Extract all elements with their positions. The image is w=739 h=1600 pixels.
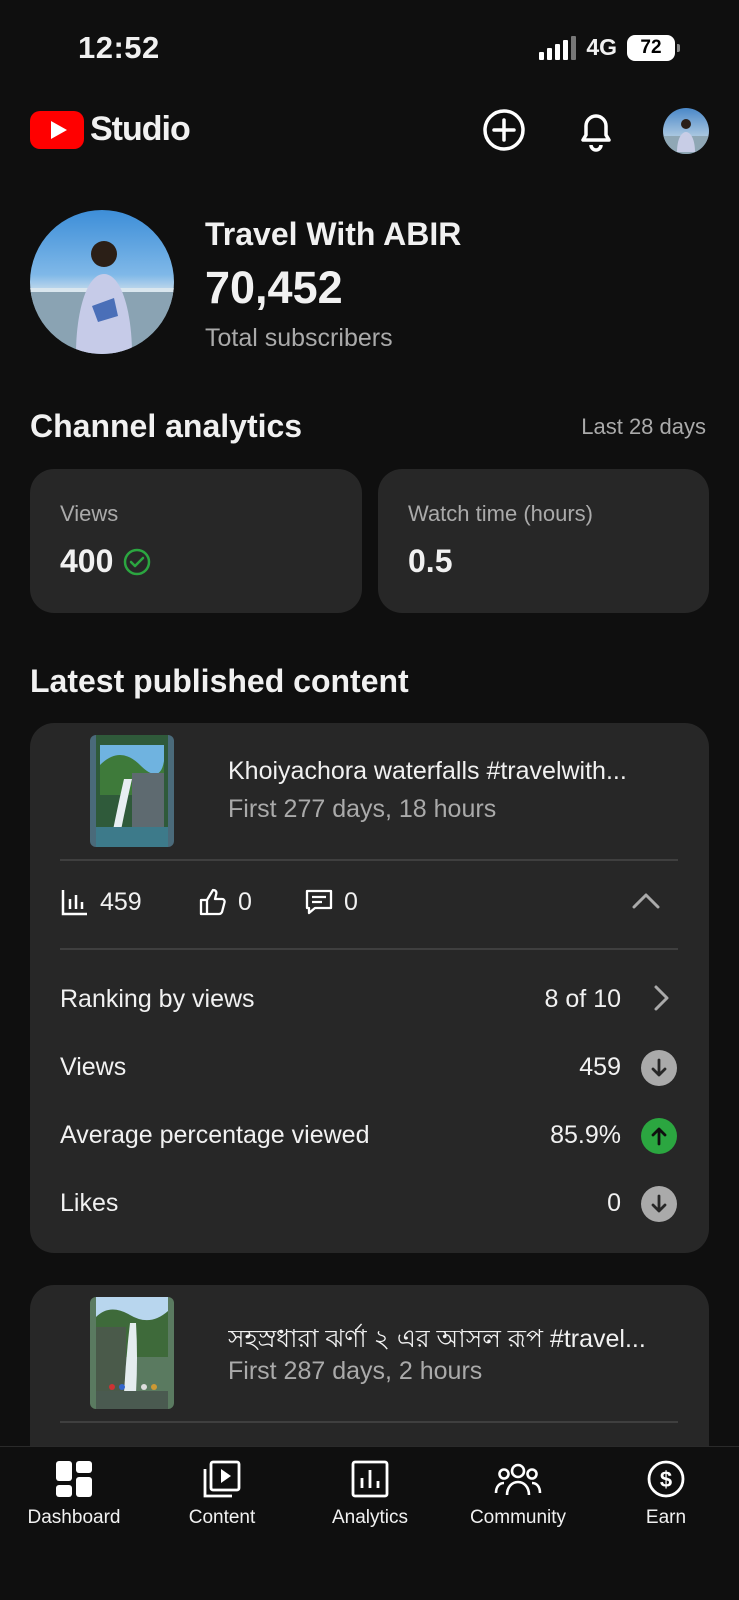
comments-metric-value: 0 xyxy=(344,887,358,916)
create-button[interactable] xyxy=(480,106,528,154)
comments-metric: 0 xyxy=(304,887,358,917)
analytics-title: Channel analytics xyxy=(30,408,303,444)
video-thumbnail[interactable] xyxy=(90,1297,174,1409)
video-subtitle: First 287 days, 2 hours xyxy=(228,1357,483,1385)
nav-label: Community xyxy=(469,1507,567,1528)
watch-time-label: Watch time (hours) xyxy=(408,501,594,526)
card-divider xyxy=(60,1421,678,1423)
status-bar: 12:52 4G 72 xyxy=(0,0,739,92)
nav-analytics[interactable]: Analytics xyxy=(296,1447,444,1557)
likes-metric: 0 xyxy=(198,887,252,917)
app-header: Studio xyxy=(0,100,739,164)
analytics-period: Last 28 days xyxy=(581,414,706,439)
logo-text: Studio xyxy=(90,110,191,148)
nav-earn[interactable]: $ Earn xyxy=(592,1447,739,1557)
likes-row-label: Likes xyxy=(60,1189,119,1217)
watch-time-card[interactable]: Watch time (hours) 0.5 xyxy=(378,469,709,613)
content-icon xyxy=(203,1460,241,1498)
status-time: 12:52 xyxy=(78,30,160,65)
avg-viewed-value: 85.9% xyxy=(550,1121,621,1149)
nav-label: Earn xyxy=(645,1507,687,1528)
studio-logo[interactable]: Studio xyxy=(30,110,191,149)
thumbs-up-icon xyxy=(199,888,226,916)
video-card[interactable]: Khoiyachora waterfalls #travelwith... Fi… xyxy=(30,723,709,1253)
latest-title: Latest published content xyxy=(30,663,409,699)
watch-time-value: 0.5 xyxy=(408,543,453,579)
battery-icon: 72 xyxy=(627,34,680,61)
bar-chart-icon xyxy=(61,890,87,916)
earn-icon: $ xyxy=(647,1460,685,1498)
bottom-nav: Dashboard Content Analytics Community $ … xyxy=(0,1446,739,1600)
likes-row-value: 0 xyxy=(607,1189,621,1217)
arrow-down-icon xyxy=(641,1050,677,1086)
views-label: Views xyxy=(60,501,119,526)
card-divider xyxy=(60,948,678,950)
channel-avatar[interactable] xyxy=(30,210,174,354)
video-subtitle: First 277 days, 18 hours xyxy=(228,795,497,823)
analytics-icon xyxy=(351,1460,389,1498)
chevron-right-icon xyxy=(654,985,669,1011)
video-thumbnail[interactable] xyxy=(90,735,174,847)
video-title[interactable]: সহস্রধারা ঝর্ণা ২ এর আসল রূপ #travel... xyxy=(228,1319,668,1362)
nav-community[interactable]: Community xyxy=(444,1447,592,1557)
notifications-icon xyxy=(581,114,611,152)
views-value-row: 400 xyxy=(60,543,151,580)
subscriber-label: Total subscribers xyxy=(205,324,393,352)
views-value: 400 xyxy=(60,543,114,579)
ranking-link[interactable] xyxy=(647,981,675,1020)
views-row-label: Views xyxy=(60,1053,127,1081)
dashboard-icon xyxy=(56,1461,92,1497)
create-icon xyxy=(483,109,525,151)
chevron-up-icon xyxy=(632,893,660,909)
subscriber-count: 70,452 xyxy=(205,262,343,313)
ranking-value[interactable]: 8 of 10 xyxy=(545,985,621,1014)
collapse-button[interactable] xyxy=(626,881,666,921)
signal-icon xyxy=(539,35,577,60)
check-circle-icon xyxy=(124,548,151,575)
svg-text:$: $ xyxy=(660,1467,672,1492)
comment-icon xyxy=(305,889,333,915)
channel-name: Travel With ABIR xyxy=(205,216,462,252)
nav-content[interactable]: Content xyxy=(148,1447,296,1557)
views-row-value: 459 xyxy=(579,1053,621,1081)
nav-label: Content xyxy=(188,1507,256,1528)
youtube-logo-icon xyxy=(30,110,84,149)
views-card[interactable]: Views 400 xyxy=(30,469,362,613)
ranking-label: Ranking by views xyxy=(60,985,255,1013)
nav-label: Dashboard xyxy=(27,1507,121,1528)
account-avatar[interactable] xyxy=(663,108,709,154)
video-title[interactable]: Khoiyachora waterfalls #travelwith... xyxy=(228,757,668,786)
network-type: 4G xyxy=(586,34,617,60)
likes-metric-value: 0 xyxy=(238,887,252,916)
views-metric-value: 459 xyxy=(100,887,142,916)
notifications-button[interactable] xyxy=(572,106,620,154)
status-right: 4G 72 xyxy=(539,34,680,61)
views-metric: 459 xyxy=(60,887,142,917)
arrow-down-icon xyxy=(641,1186,677,1222)
community-icon xyxy=(494,1463,542,1496)
arrow-up-icon xyxy=(641,1118,677,1154)
card-divider xyxy=(60,859,678,861)
avg-viewed-label: Average percentage viewed xyxy=(60,1121,370,1149)
nav-label: Analytics xyxy=(331,1507,409,1528)
nav-dashboard[interactable]: Dashboard xyxy=(0,1447,148,1557)
